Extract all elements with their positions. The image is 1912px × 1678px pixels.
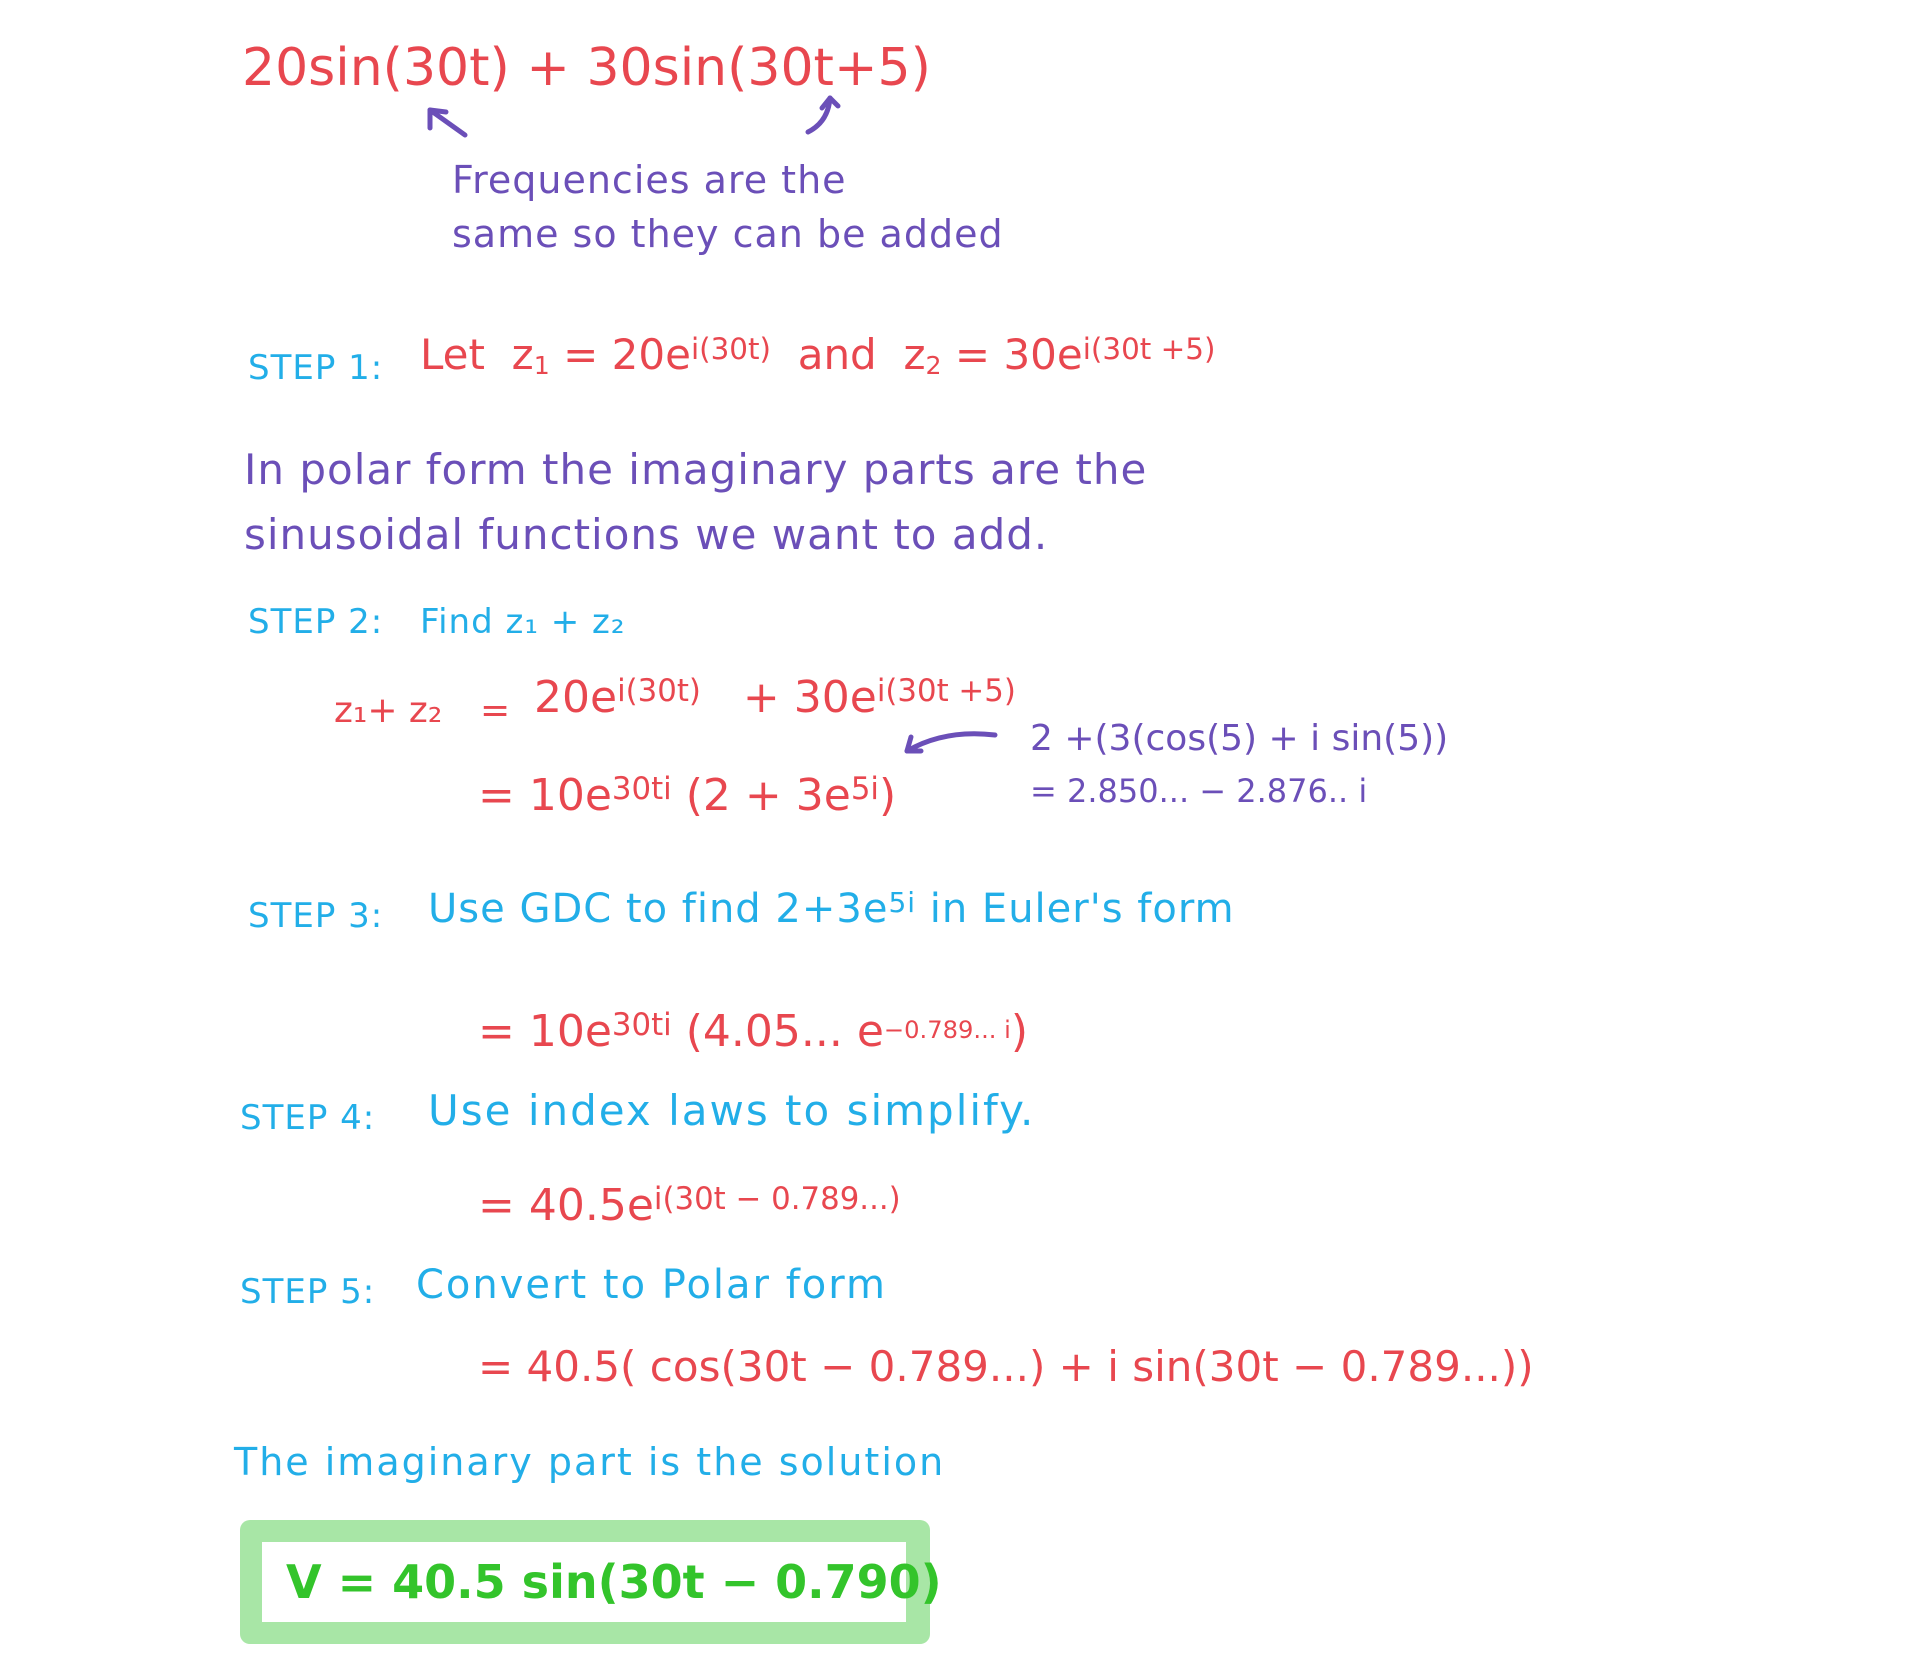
equals-sign: = — [954, 330, 991, 379]
and-word: and — [797, 330, 877, 379]
result-exponent: i(30t − 0.789...) — [653, 1181, 901, 1218]
step-5-label: STEP 5: — [240, 1272, 376, 1312]
term-2-base: + 30e — [742, 672, 877, 723]
instruction-exponent: 5i — [888, 886, 917, 920]
expression-plus: + — [526, 38, 570, 98]
step-4-label: STEP 4: — [240, 1098, 376, 1138]
step-5-instruction: Convert to Polar form — [416, 1262, 887, 1308]
result-prefix: = 10e — [478, 1006, 612, 1057]
step-3-instruction: Use GDC to find 2+3e5i in Euler's form — [428, 886, 1235, 932]
z1-variable: z — [511, 330, 534, 379]
step-3-label: STEP 3: — [248, 896, 384, 936]
side-note-line-1: 2 +(3(cos(5) + i sin(5)) — [1030, 718, 1449, 759]
factored-close: ) — [878, 770, 897, 821]
arrow-up-left-icon — [427, 107, 468, 138]
step-2-sum-line: 20ei(30t) + 30ei(30t +5) — [534, 672, 1016, 723]
step-3-result: = 10e30ti (4.05... e−0.789... i) — [478, 1006, 1028, 1057]
z1-subscript: 1 — [533, 351, 550, 381]
z1-exponent: i(30t) — [690, 331, 771, 366]
polar-note-line-2: sinusoidal functions we want to add. — [244, 510, 1049, 559]
z2-variable: z — [903, 330, 926, 379]
term-1-base: 20e — [534, 672, 618, 723]
result-prefix: = 40.5e — [478, 1180, 654, 1231]
step-2-equals: = — [480, 690, 511, 731]
side-note-line-2: = 2.850... − 2.876.. i — [1030, 772, 1368, 810]
answer-box: V = 40.5 sin(30t − 0.790) — [240, 1520, 942, 1644]
step-2-lhs: z₁+ z₂ — [334, 690, 443, 731]
factored-exponent: 30ti — [611, 771, 672, 808]
step-2-label: STEP 2: — [248, 602, 384, 642]
result-exponent: 30ti — [611, 1007, 672, 1044]
step-2-instruction: Find z₁ + z₂ — [420, 602, 626, 642]
z2-subscript: 2 — [925, 351, 942, 381]
frequency-note-line-2: same so they can be added — [452, 212, 1004, 256]
arrow-up-right-icon — [805, 95, 841, 135]
factored-prefix: = 10e — [478, 770, 612, 821]
inner-exponent: 5i — [850, 771, 879, 808]
term-2-exponent: i(30t +5) — [876, 673, 1016, 710]
instruction-text: Use GDC to find 2+3e — [428, 886, 889, 932]
step-1-label: STEP 1: — [248, 348, 384, 388]
expression-term-2: 30sin(30t+5) — [586, 38, 931, 98]
z1-base: 20e — [611, 330, 691, 379]
answer-box-inner: V = 40.5 sin(30t − 0.790) — [262, 1542, 942, 1622]
instruction-suffix: in Euler's form — [929, 886, 1235, 932]
let-word: Let — [420, 330, 485, 379]
step-4-instruction: Use index laws to simplify. — [428, 1086, 1036, 1135]
arrow-curved-left-icon — [904, 731, 998, 754]
term-1-exponent: i(30t) — [617, 673, 701, 710]
conclusion-text: The imaginary part is the solution — [234, 1440, 946, 1484]
equals-sign: = — [563, 330, 599, 379]
step-4-result: = 40.5ei(30t − 0.789...) — [478, 1180, 901, 1231]
header-expression: 20sin(30t) + 30sin(30t+5) — [242, 38, 931, 98]
z2-exponent: i(30t +5) — [1082, 331, 1216, 366]
factored-bracket: (2 + 3e — [685, 770, 851, 821]
expression-term-1: 20sin(30t) — [242, 38, 510, 98]
step-1-definition: Let z1 = 20ei(30t) and z2 = 30ei(30t +5) — [420, 330, 1216, 381]
frequency-note-line-1: Frequencies are the — [452, 158, 847, 202]
polar-note-line-1: In polar form the imaginary parts are th… — [244, 445, 1148, 494]
result-close: ) — [1010, 1006, 1029, 1057]
step-2-factored-line: = 10e30ti (2 + 3e5i) — [478, 770, 896, 821]
z2-base: 30e — [1003, 330, 1083, 379]
final-answer: V = 40.5 sin(30t − 0.790) — [286, 1555, 942, 1609]
result-body: (4.05... e — [685, 1006, 884, 1057]
result-inner-exponent: −0.789... i — [883, 1015, 1011, 1044]
step-5-result: = 40.5( cos(30t − 0.789...) + i sin(30t … — [478, 1342, 1534, 1391]
